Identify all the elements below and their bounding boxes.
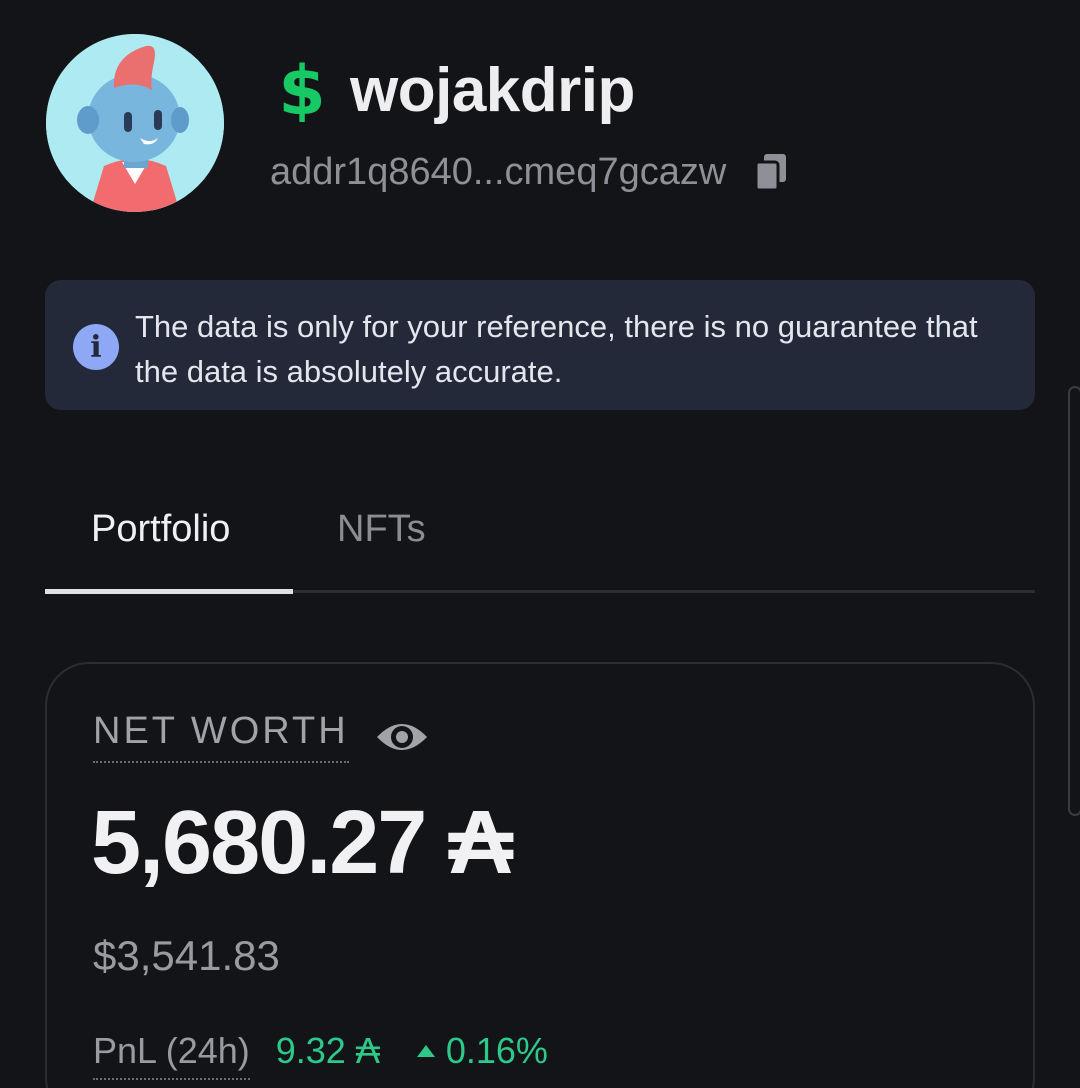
pnl-percent: 0.16%	[445, 1030, 548, 1071]
tab-portfolio[interactable]: Portfolio	[91, 508, 230, 551]
net-worth-usd: $3,541.83	[93, 932, 280, 979]
scrollbar[interactable]	[1068, 386, 1080, 816]
info-icon: i	[73, 324, 119, 370]
net-worth-label[interactable]: NET WORTH	[93, 710, 349, 763]
username: wojakdrip	[350, 55, 635, 125]
title-row: $ wojakdrip	[276, 52, 635, 128]
wallet-profile-page: $ wojakdrip addr1q8640...cmeq7gcazw i Th…	[0, 0, 1080, 1088]
svg-text:$: $	[278, 58, 325, 122]
triangle-up-icon	[416, 1045, 435, 1057]
avatar	[46, 34, 224, 212]
tab-nfts[interactable]: NFTs	[337, 508, 426, 551]
info-banner: i The data is only for your reference, t…	[45, 280, 1035, 410]
wallet-address: addr1q8640...cmeq7gcazw	[270, 150, 727, 193]
dollar-sign-icon: $	[276, 58, 328, 122]
tab-bar: Portfolio NFTs	[45, 470, 1035, 596]
pnl-row: PnL (24h) 9.32 ₳ 0.16%	[93, 1030, 548, 1080]
net-worth-card: NET WORTH 5,680.27 ₳ $3,541.83 PnL (24h)…	[45, 662, 1035, 1088]
pnl-label[interactable]: PnL (24h)	[93, 1030, 250, 1080]
address-row: addr1q8640...cmeq7gcazw	[270, 144, 790, 200]
info-banner-text: The data is only for your reference, the…	[135, 309, 978, 389]
net-worth-value: 5,680.27 ₳	[91, 793, 513, 893]
eye-icon[interactable]	[375, 717, 429, 757]
wojak-avatar-icon	[46, 34, 224, 212]
net-worth-header: NET WORTH	[93, 710, 429, 763]
pnl-value: 9.32 ₳	[275, 1030, 380, 1071]
active-tab-indicator	[45, 589, 293, 594]
copy-icon[interactable]	[754, 152, 790, 192]
